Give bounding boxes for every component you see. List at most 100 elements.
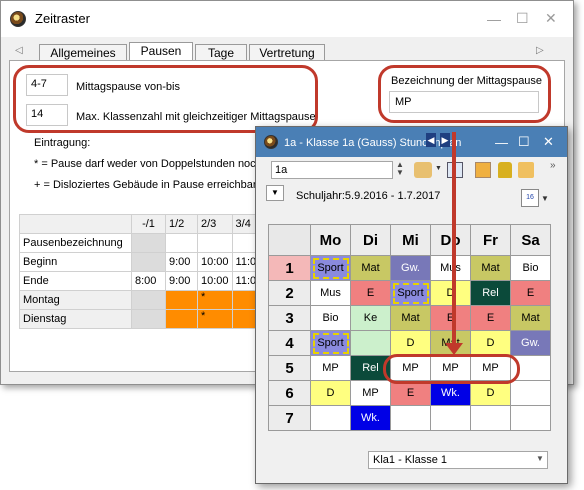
hour-header: 4 <box>268 330 311 356</box>
close-icon[interactable]: ✕ <box>543 134 554 150</box>
grid-cell[interactable] <box>197 233 233 253</box>
period-dropdown-icon[interactable]: ▼ <box>266 185 284 201</box>
lesson-cell[interactable] <box>310 405 351 431</box>
highlight-ring-bezeichnung <box>378 65 551 123</box>
lock-icon[interactable] <box>498 162 512 178</box>
timetable-grid: Mo Di Mi Do Fr Sa 1 Sport Mat Gw. Mus Mat Bio 2… <box>268 224 551 431</box>
lesson-cell[interactable]: Mus <box>430 255 471 281</box>
grid-header-row: -/1 1/2 2/3 3/4 <box>19 214 261 234</box>
lesson-cell[interactable]: Sport <box>390 280 431 306</box>
lesson-cell[interactable]: D <box>430 280 471 306</box>
tab-tage[interactable]: Tage <box>195 44 247 61</box>
lesson-cell[interactable]: Bio <box>310 305 351 331</box>
lesson-cell[interactable] <box>350 330 391 356</box>
lesson-cell[interactable] <box>430 405 471 431</box>
print-icon[interactable] <box>518 162 534 178</box>
grid-cell[interactable]: 10:00 <box>197 252 233 272</box>
element-select[interactable]: Kla1 - Klasse 1 <box>368 451 548 469</box>
grid-cell-mittag[interactable]: * <box>197 290 233 310</box>
lesson-cell[interactable] <box>470 405 511 431</box>
more-tools-icon[interactable]: » <box>550 160 556 171</box>
minimize-icon[interactable]: — <box>495 135 508 150</box>
timetable-corner <box>268 224 311 256</box>
timetable-header-row: Mo Di Mi Do Fr Sa <box>268 224 551 256</box>
element-select-dropdown-icon[interactable]: ▼ <box>536 454 544 463</box>
lesson-cell[interactable]: Mus <box>310 280 351 306</box>
lesson-cell[interactable]: E <box>350 280 391 306</box>
eintragung-label: Eintragung: <box>34 137 91 149</box>
untis-app-icon <box>264 135 278 149</box>
lesson-cell[interactable]: MP <box>350 380 391 406</box>
grid-cell[interactable] <box>131 233 166 253</box>
export-icon[interactable] <box>475 162 491 178</box>
dropdown-arrow-icon[interactable]: ▼ <box>435 165 442 172</box>
grid-cell-mittag[interactable]: * <box>197 309 233 329</box>
grid-header-cell: 1/2 <box>165 214 198 234</box>
lesson-cell[interactable]: Mat <box>510 305 551 331</box>
lesson-cell[interactable]: D <box>310 380 351 406</box>
lesson-cell[interactable]: Mat <box>390 305 431 331</box>
tab-allgemeines[interactable]: Allgemeines <box>39 44 127 61</box>
nav-next-icon[interactable]: ▶ <box>440 133 450 147</box>
lesson-cell[interactable]: Wk. <box>430 380 471 406</box>
maximize-icon[interactable]: ☐ <box>516 11 529 25</box>
grid-cell[interactable]: 9:00 <box>165 252 198 272</box>
day-header: Di <box>350 224 391 256</box>
tab-pausen[interactable]: Pausen <box>129 42 193 61</box>
lesson-cell[interactable]: Sport <box>310 330 351 356</box>
grid-cell-mittag[interactable] <box>165 290 198 310</box>
stundenplan-window: 1a - Klasse 1a (Gauss) Stundenplan — ☐ ✕… <box>255 126 568 484</box>
maximize-icon[interactable]: ☐ <box>518 134 530 150</box>
day-header: Mo <box>310 224 351 256</box>
grid-cell[interactable]: 9:00 <box>165 271 198 291</box>
grid-cell[interactable]: 8:00 <box>131 271 166 291</box>
class-spinner-icon[interactable]: ▲ ▼ <box>396 161 404 177</box>
timetable-row: 4 Sport D Mat D Gw. <box>268 330 551 356</box>
class-select[interactable]: 1a <box>271 161 393 179</box>
grid-row-label: Pausenbezeichnung <box>19 233 132 253</box>
lesson-cell[interactable]: Mat <box>470 255 511 281</box>
lesson-cell[interactable]: D <box>470 380 511 406</box>
grid-cell[interactable] <box>165 233 198 253</box>
lesson-cell[interactable]: Sport <box>310 255 351 281</box>
tab-vertretung[interactable]: Vertretung <box>249 44 325 61</box>
grid-cell-mittag[interactable] <box>165 309 198 329</box>
lesson-cell[interactable]: D <box>470 330 511 356</box>
lesson-cell[interactable]: E <box>390 380 431 406</box>
lesson-cell[interactable] <box>390 405 431 431</box>
lesson-cell[interactable]: E <box>470 305 511 331</box>
grid-cell[interactable] <box>131 309 166 329</box>
tab-scroll-right-icon[interactable]: ▷ <box>536 45 544 56</box>
lesson-cell[interactable]: Mat <box>350 255 391 281</box>
lesson-cell[interactable]: E <box>510 280 551 306</box>
lesson-cell[interactable]: E <box>430 305 471 331</box>
lesson-cell[interactable]: D <box>390 330 431 356</box>
calendar-icon[interactable]: 16 <box>521 189 539 207</box>
people-icon[interactable] <box>414 162 432 178</box>
close-icon[interactable]: ✕ <box>545 11 557 25</box>
tab-scroll-left-icon[interactable]: ◁ <box>15 45 23 56</box>
lesson-cell[interactable]: Gw. <box>390 255 431 281</box>
timetable-row: 7 Wk. <box>268 405 551 431</box>
calendar-dropdown-icon[interactable]: ▼ <box>541 194 549 203</box>
hour-header: 7 <box>268 405 311 431</box>
lesson-cell[interactable]: Wk. <box>350 405 391 431</box>
grid-cell[interactable] <box>131 290 166 310</box>
lesson-cell[interactable] <box>510 380 551 406</box>
minimize-icon[interactable]: — <box>487 12 501 26</box>
grid-row-label: Beginn <box>19 252 132 272</box>
lesson-cell[interactable]: MP <box>310 355 351 381</box>
nav-prev-icon[interactable]: ◀ <box>426 133 436 147</box>
grid-cell[interactable] <box>131 252 166 272</box>
grid-cell[interactable]: 10:00 <box>197 271 233 291</box>
zeitraster-titlebar: Zeitraster — ☐ ✕ <box>1 1 573 37</box>
lesson-cell[interactable]: Ke <box>350 305 391 331</box>
lesson-cell[interactable]: Bio <box>510 255 551 281</box>
timetable-row: 1 Sport Mat Gw. Mus Mat Bio <box>268 255 551 281</box>
lesson-cell[interactable] <box>510 405 551 431</box>
grid-header-cell <box>19 214 132 234</box>
legend-line-2: + = Disloziertes Gebäude in Pause erreic… <box>34 179 257 191</box>
lesson-cell[interactable]: Gw. <box>510 330 551 356</box>
day-header: Mi <box>390 224 431 256</box>
lesson-cell[interactable]: Rel <box>470 280 511 306</box>
